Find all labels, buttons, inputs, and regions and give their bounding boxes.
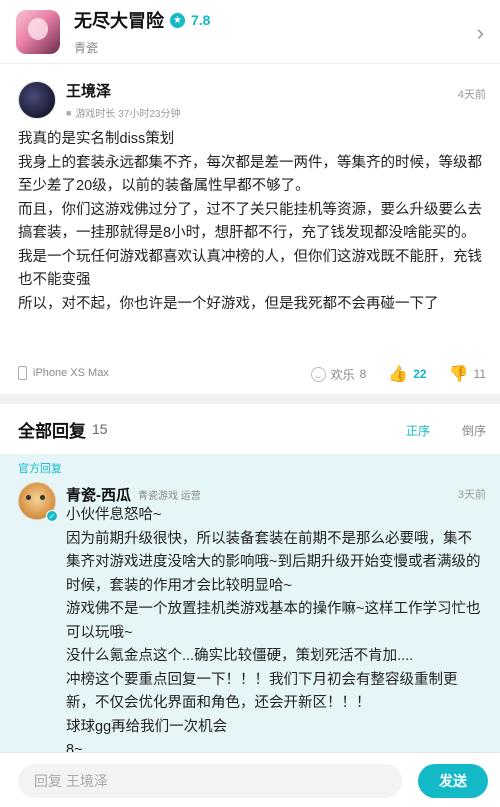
phone-icon xyxy=(18,366,27,380)
game-info: 无尽大冒险 ★ 7.8 青瓷 xyxy=(74,7,210,56)
smile-icon xyxy=(310,366,326,382)
thumb-down-icon: 👎 xyxy=(448,366,469,383)
reply-bar: 发送 xyxy=(0,752,500,807)
reply-line: 游戏佛不是一个放置挂机类游戏基本的操作嘛~这样工作学习忙也可以玩哦~ xyxy=(66,601,481,641)
sort-descending-tab[interactable]: 倒序 xyxy=(462,422,486,439)
reply-line: 球球gg再给我们一次机会 xyxy=(66,718,228,735)
reply-line: 因为前期升级很快，所以装备套装在前期不是那么必要哦，集不集齐对游戏进度没啥大的影… xyxy=(66,530,481,594)
like-button[interactable]: 👍 22 xyxy=(388,364,426,384)
review-time: 4天前 xyxy=(457,89,486,101)
review-line: 我是一个玩任何游戏都喜欢认真冲榜的人，但你们这游戏既不能肝，充钱也不能变强 xyxy=(18,248,482,289)
game-icon xyxy=(16,9,60,54)
reply-time: 3天前 xyxy=(457,489,486,501)
like-count: 22 xyxy=(413,367,427,381)
playtime: ■ 游戏时长 37小时23分钟 xyxy=(66,105,181,121)
device-info: iPhone XS Max xyxy=(18,366,109,380)
game-title: 无尽大冒险 xyxy=(74,11,164,31)
reply-line: 小伙伴息怒哈~ xyxy=(66,507,162,523)
device-name: iPhone XS Max xyxy=(33,367,109,379)
game-publisher: 青瓷 xyxy=(74,41,99,55)
review-author-name[interactable]: 王境泽 xyxy=(66,80,180,101)
joy-count: 8 xyxy=(359,367,367,381)
gamepad-icon: ■ xyxy=(66,107,72,118)
thumb-up-icon: 👍 xyxy=(388,366,409,383)
reply-author-name[interactable]: 青瓷-西瓜 xyxy=(66,484,131,505)
game-title-row: 无尽大冒险 ★ 7.8 xyxy=(74,7,210,33)
review-card: 王境泽 ■ 游戏时长 37小时23分钟 4天前 我真的是实名制diss策划 我身… xyxy=(0,64,500,394)
dislike-button[interactable]: 👎 11 xyxy=(449,364,486,384)
reactions: 欢乐 8 👍 22 👎 11 xyxy=(310,364,486,384)
reply-line: 没什么氪金点这个...确实比较僵硬，策划死活不肯加.... xyxy=(66,648,414,664)
joy-button[interactable]: 欢乐 8 xyxy=(310,366,367,383)
game-score: 7.8 xyxy=(191,12,211,28)
verified-icon: ✓ xyxy=(46,510,58,522)
review-line: 而且，你们这游戏佛过分了，过不了关只能挂机等资源，要么升级要么去搞套装，一挂那就… xyxy=(18,201,482,242)
review-author-row: 王境泽 ■ 游戏时长 37小时23分钟 xyxy=(18,80,180,120)
star-icon: ★ xyxy=(170,12,185,28)
avatar[interactable] xyxy=(18,81,56,119)
playtime-text: 游戏时长 37小时23分钟 xyxy=(75,109,181,120)
reply-input[interactable] xyxy=(18,764,402,798)
joy-label: 欢乐 xyxy=(330,367,355,382)
replies-title: 全部回复 xyxy=(18,421,86,441)
chevron-right-icon[interactable]: › xyxy=(477,20,484,46)
sort-ascending-tab[interactable]: 正序 xyxy=(406,422,430,439)
reply-line: 冲榜这个要重点回复一下！！！我们下月初会有整容级重制更新，不仅会优化界面和角色，… xyxy=(66,671,458,712)
author-meta: 王境泽 ■ 游戏时长 37小时23分钟 xyxy=(66,80,180,120)
reply-body: 小伙伴息怒哈~ 因为前期升级很快，所以装备套装在前期不是那么必要哦，集不集齐对游… xyxy=(66,504,486,763)
replies-count: 15 xyxy=(92,421,108,437)
review-line: 所以，对不起，你也许是一个好游戏，但是我死都不会再碰一下了 xyxy=(18,295,439,312)
reply-author-role: 青瓷游戏 运营 xyxy=(138,491,201,502)
replies-header: 全部回复 15 正序 倒序 xyxy=(0,404,500,454)
review-body: 我真的是实名制diss策划 我身上的套装永远都集不齐，每次都是差一两件，等集齐的… xyxy=(18,128,482,316)
section-divider xyxy=(0,394,500,404)
game-header[interactable]: 无尽大冒险 ★ 7.8 青瓷 › xyxy=(0,0,500,64)
review-line: 我真的是实名制diss策划 xyxy=(18,131,175,147)
send-button[interactable]: 发送 xyxy=(418,764,488,798)
review-line: 我身上的套装永远都集不齐，每次都是差一两件，等集齐的时候，等级都至少差了20级，… xyxy=(18,154,482,195)
official-reply-label: 官方回复 xyxy=(18,463,62,475)
dislike-count: 11 xyxy=(473,367,486,381)
